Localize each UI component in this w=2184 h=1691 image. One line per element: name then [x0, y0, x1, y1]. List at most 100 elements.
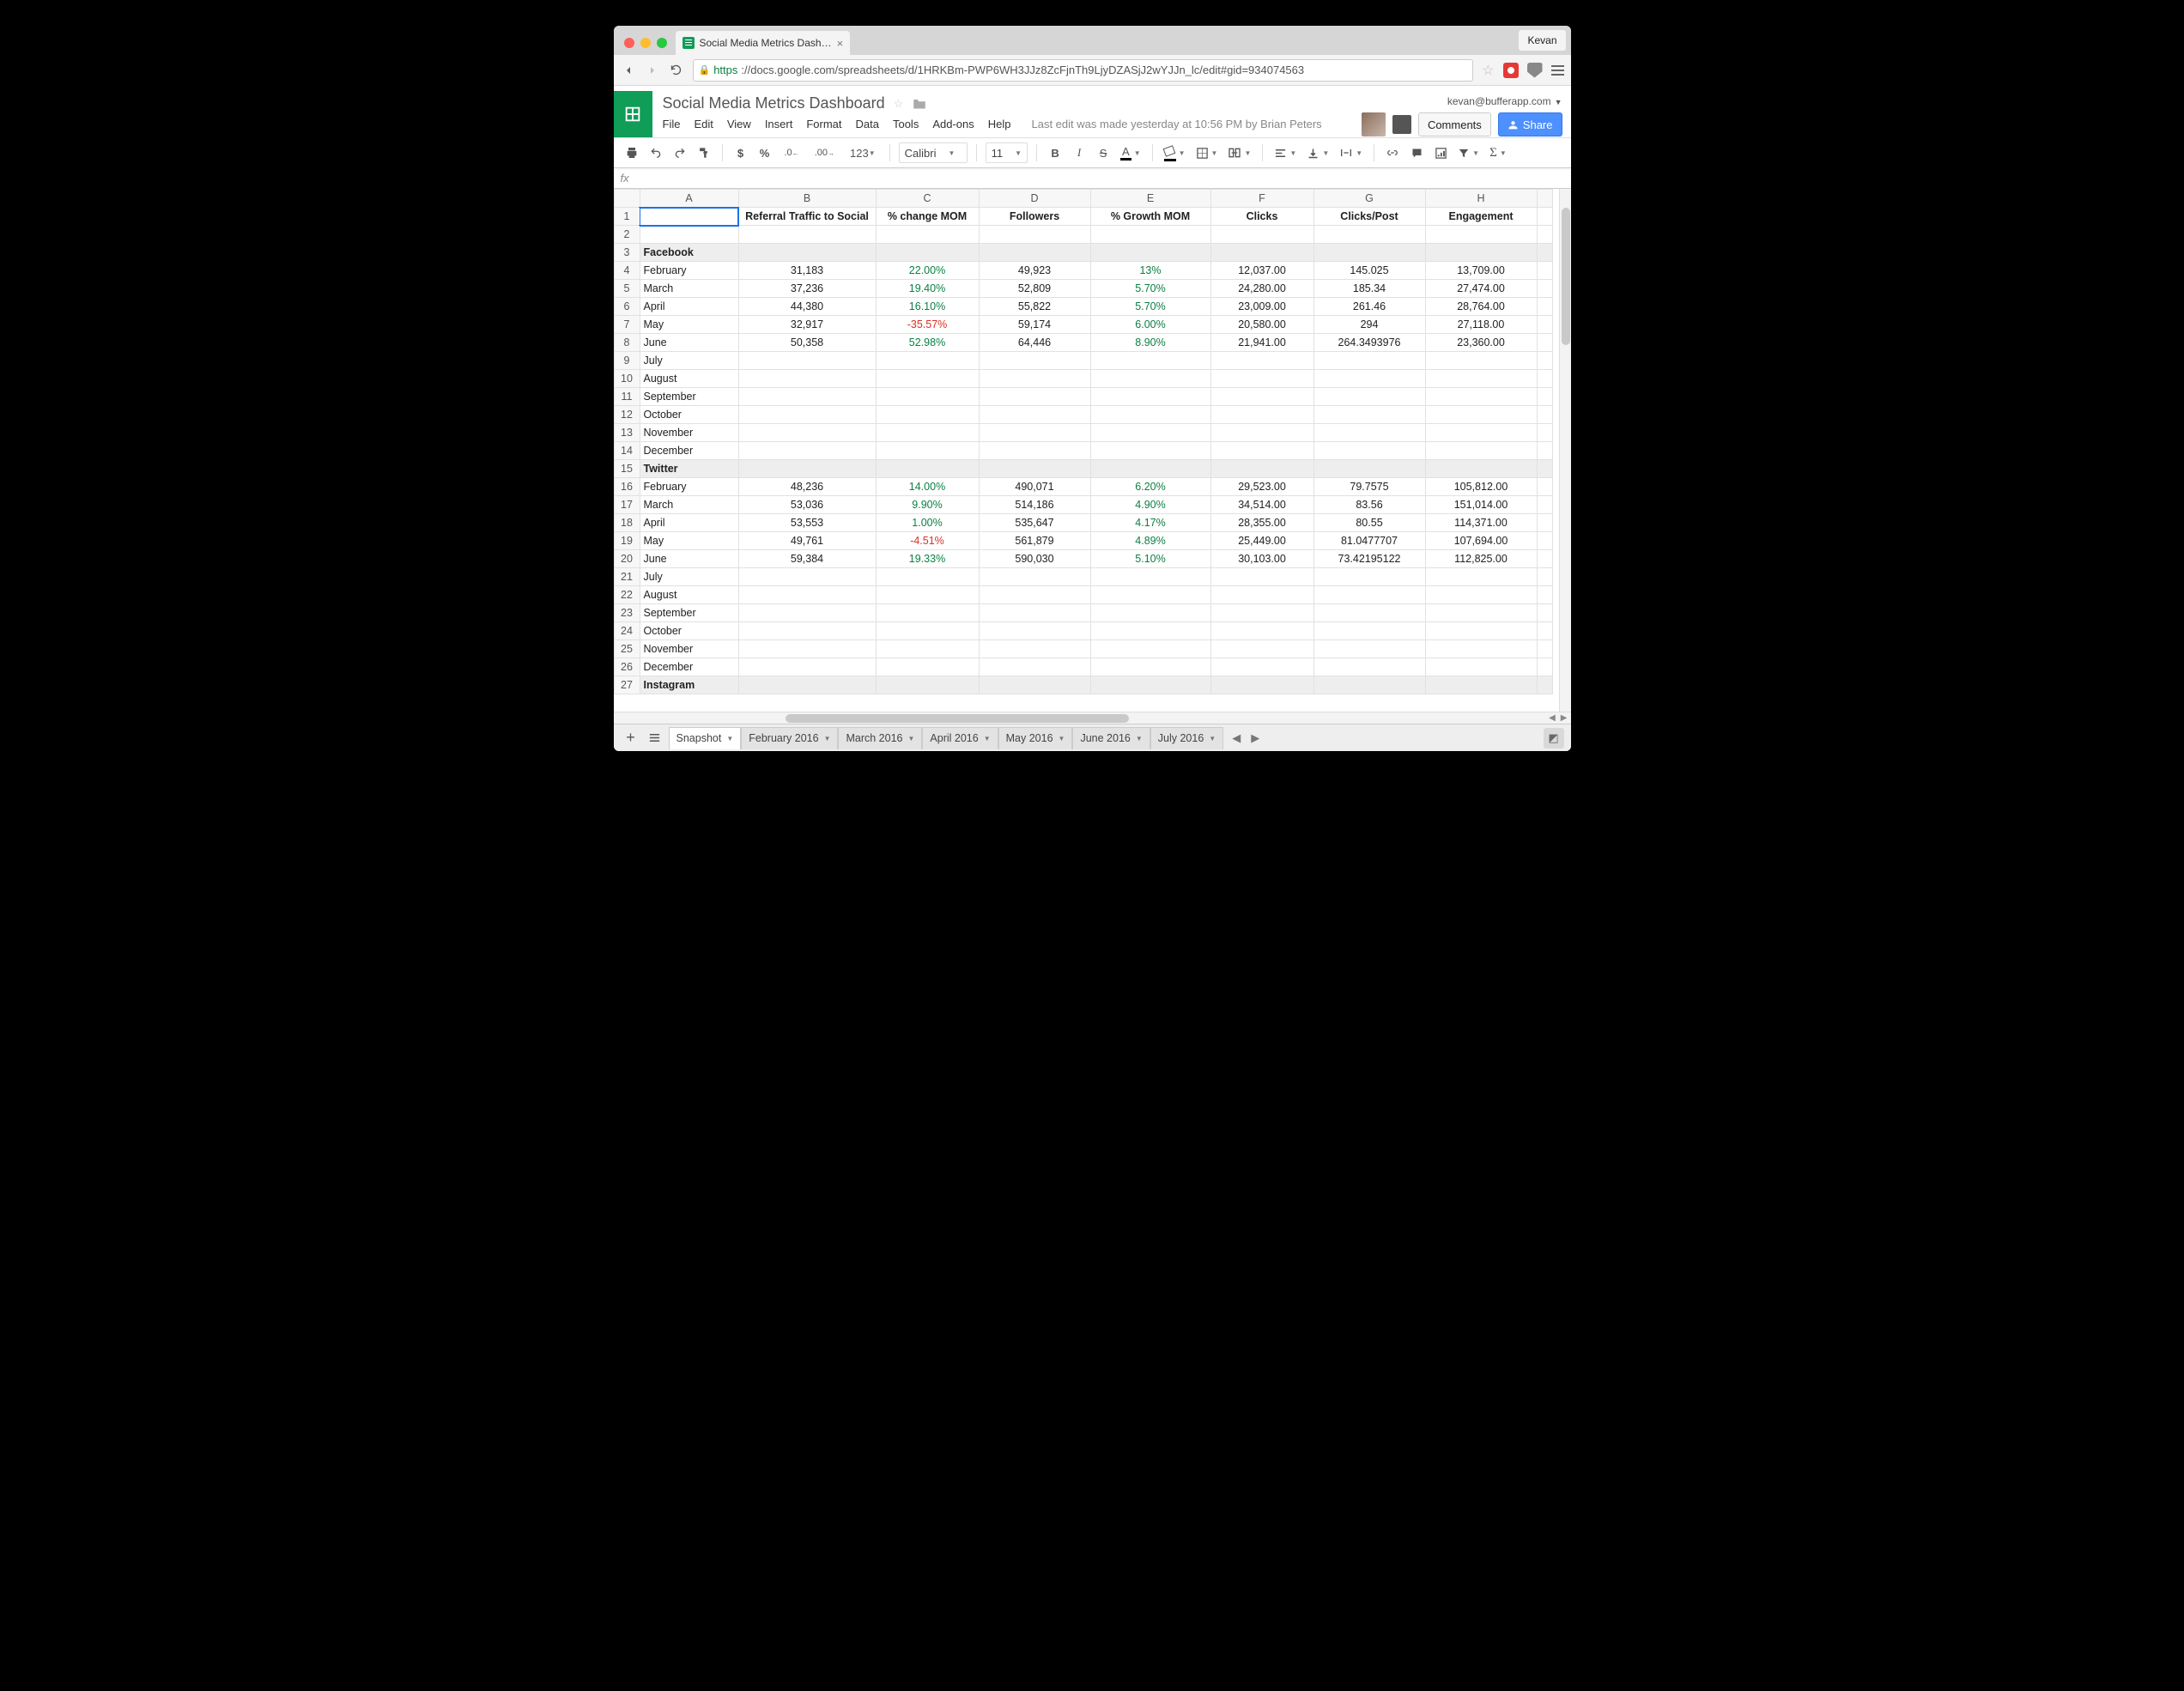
row-header[interactable]: 11 [614, 388, 640, 406]
cell[interactable] [1425, 568, 1537, 586]
cell[interactable] [876, 406, 979, 424]
cell[interactable] [876, 640, 979, 658]
cell[interactable]: 294 [1313, 316, 1425, 334]
cell[interactable]: February [640, 262, 738, 280]
cell[interactable]: -4.51% [876, 532, 979, 550]
cell[interactable] [738, 226, 876, 244]
cell[interactable] [1210, 352, 1313, 370]
cell[interactable] [1210, 244, 1313, 262]
cell[interactable] [640, 208, 738, 226]
text-wrap-button[interactable]: ▼ [1337, 142, 1365, 163]
cell[interactable] [876, 370, 979, 388]
cell[interactable] [876, 244, 979, 262]
cell[interactable]: 52,809 [979, 280, 1090, 298]
cell[interactable] [1210, 640, 1313, 658]
cell[interactable]: 50,358 [738, 334, 876, 352]
cell[interactable] [1090, 370, 1210, 388]
fill-color-button[interactable]: ▼ [1162, 142, 1188, 163]
cell[interactable] [1210, 442, 1313, 460]
close-tab-icon[interactable]: × [837, 37, 844, 50]
cell[interactable]: 28,355.00 [1210, 514, 1313, 532]
cell[interactable]: December [640, 658, 738, 676]
row-header[interactable]: 14 [614, 442, 640, 460]
chat-icon[interactable] [1392, 115, 1411, 134]
cell[interactable] [1313, 352, 1425, 370]
cell[interactable] [738, 370, 876, 388]
menu-format[interactable]: Format [806, 118, 841, 130]
cell[interactable]: February [640, 478, 738, 496]
row-header[interactable]: 17 [614, 496, 640, 514]
cell[interactable]: 4.90% [1090, 496, 1210, 514]
cell[interactable] [1313, 370, 1425, 388]
vertical-scrollbar[interactable] [1559, 189, 1571, 724]
sheet-tab[interactable]: April 2016▼ [922, 727, 998, 749]
column-header[interactable]: G [1313, 190, 1425, 208]
cell[interactable] [1210, 568, 1313, 586]
cell[interactable] [979, 244, 1090, 262]
column-header[interactable]: F [1210, 190, 1313, 208]
cell[interactable]: 30,103.00 [1210, 550, 1313, 568]
cell[interactable]: 13% [1090, 262, 1210, 280]
cell[interactable]: 19.33% [876, 550, 979, 568]
cell[interactable]: 1.00% [876, 514, 979, 532]
row-header[interactable]: 23 [614, 604, 640, 622]
cell[interactable] [1210, 388, 1313, 406]
menu-help[interactable]: Help [988, 118, 1011, 130]
insert-comment-icon[interactable] [1407, 142, 1426, 163]
cell[interactable] [738, 676, 876, 694]
cell[interactable] [979, 676, 1090, 694]
cell[interactable] [979, 658, 1090, 676]
row-header[interactable]: 10 [614, 370, 640, 388]
sheet-nav[interactable]: ◀▶ [1232, 731, 1259, 745]
cell[interactable]: 264.3493976 [1313, 334, 1425, 352]
cell[interactable] [738, 640, 876, 658]
comments-button[interactable]: Comments [1418, 112, 1491, 136]
cell[interactable]: October [640, 622, 738, 640]
redo-icon[interactable] [670, 142, 689, 163]
cell[interactable]: -35.57% [876, 316, 979, 334]
cell[interactable] [1090, 460, 1210, 478]
cell[interactable]: 23,009.00 [1210, 298, 1313, 316]
move-folder-icon[interactable] [912, 97, 927, 110]
cell[interactable]: July [640, 568, 738, 586]
cell[interactable] [1425, 424, 1537, 442]
cell[interactable] [979, 640, 1090, 658]
cell[interactable] [979, 406, 1090, 424]
decrease-decimal-button[interactable]: .0← [780, 142, 804, 163]
row-header[interactable]: 9 [614, 352, 640, 370]
cell[interactable]: June [640, 334, 738, 352]
cell[interactable] [738, 406, 876, 424]
cell[interactable]: 52.98% [876, 334, 979, 352]
row-header[interactable]: 5 [614, 280, 640, 298]
cell[interactable] [1313, 460, 1425, 478]
cell[interactable]: 53,036 [738, 496, 876, 514]
row-header[interactable]: 15 [614, 460, 640, 478]
cell[interactable] [979, 460, 1090, 478]
cell[interactable] [876, 388, 979, 406]
row-header[interactable]: 19 [614, 532, 640, 550]
cell[interactable]: 59,384 [738, 550, 876, 568]
row-header[interactable]: 20 [614, 550, 640, 568]
cell[interactable]: March [640, 496, 738, 514]
cell[interactable] [1210, 622, 1313, 640]
cell[interactable] [1313, 568, 1425, 586]
column-header[interactable]: C [876, 190, 979, 208]
document-title[interactable]: Social Media Metrics Dashboard [663, 94, 885, 112]
cell[interactable]: 4.89% [1090, 532, 1210, 550]
cell[interactable] [1090, 622, 1210, 640]
cell[interactable] [1425, 352, 1537, 370]
undo-icon[interactable] [646, 142, 665, 163]
sheet-tab[interactable]: May 2016▼ [998, 727, 1073, 749]
cell[interactable] [738, 658, 876, 676]
cell[interactable]: 112,825.00 [1425, 550, 1537, 568]
cell[interactable] [1090, 226, 1210, 244]
italic-button[interactable]: I [1070, 142, 1089, 163]
cell[interactable] [1425, 622, 1537, 640]
filter-icon[interactable]: ▼ [1455, 142, 1482, 163]
cell[interactable] [738, 622, 876, 640]
cell[interactable] [738, 442, 876, 460]
cell[interactable]: May [640, 532, 738, 550]
increase-decimal-button[interactable]: .00→ [810, 142, 840, 163]
cell[interactable]: July [640, 352, 738, 370]
cell[interactable]: November [640, 640, 738, 658]
